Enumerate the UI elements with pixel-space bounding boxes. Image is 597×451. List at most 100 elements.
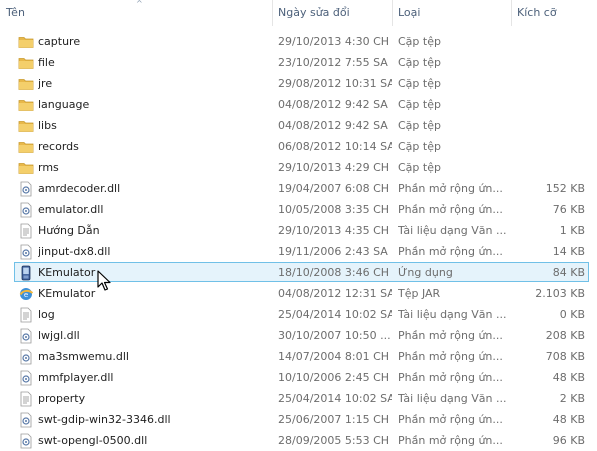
file-row[interactable]: swt-gdip-win32-3346.dll 25/06/2007 1:15 C… (0, 409, 597, 430)
file-date-modified: 29/08/2012 10:31 SA (278, 77, 392, 90)
file-row[interactable]: capture 29/10/2013 4:30 CH Cặp tệp (0, 31, 597, 52)
file-row[interactable]: e KEmulator 04/08/2012 12:31 SA Tệp JAR 2.10… (0, 283, 597, 304)
file-type: Phần mở rộng ứn... (398, 413, 503, 426)
file-date-modified: 29/10/2013 4:29 CH (278, 161, 390, 174)
file-row[interactable]: amrdecoder.dll 19/04/2007 6:08 CH Phần mở … (0, 178, 597, 199)
file-type: Cặp tệp (398, 77, 441, 90)
dll-icon (18, 181, 34, 197)
file-type: Cặp tệp (398, 119, 441, 132)
file-size: 208 KB (545, 329, 585, 342)
file-type: Cặp tệp (398, 98, 441, 111)
file-size: 2.103 KB (535, 287, 585, 300)
file-name: swt-opengl-0500.dll (38, 434, 148, 447)
file-name: capture (38, 35, 81, 48)
file-name: rms (38, 161, 59, 174)
file-size: 76 KB (552, 203, 585, 216)
file-size: 708 KB (545, 350, 585, 363)
file-date-modified: 25/06/2007 1:15 CH (278, 413, 390, 426)
dll-icon (18, 244, 34, 260)
column-header-date[interactable]: Ngày sửa đổi (272, 0, 392, 26)
file-size: 96 KB (552, 434, 585, 447)
file-date-modified: 10/05/2008 3:35 CH (278, 203, 390, 216)
file-size (506, 73, 585, 94)
file-size: 2 KB (559, 392, 585, 405)
file-name: Hướng Dẫn (38, 224, 100, 237)
file-row[interactable]: libs 04/08/2012 9:42 SA Cặp tệp (0, 115, 597, 136)
file-row[interactable]: jinput-dx8.dll 19/11/2006 2:43 SA Phần mở … (0, 241, 597, 262)
file-type: Phần mở rộng ứn... (398, 203, 503, 216)
file-size: 152 KB (545, 182, 585, 195)
text-file-icon (18, 307, 34, 323)
dll-icon (18, 433, 34, 449)
file-row[interactable]: records 06/08/2012 10:14 SA Cặp tệp (0, 136, 597, 157)
file-type: Phần mở rộng ứn... (398, 245, 503, 258)
file-size: 84 KB (552, 266, 585, 279)
file-size (506, 115, 585, 136)
file-size (506, 157, 585, 178)
file-type: Tài liệu dạng Văn ... (398, 224, 506, 237)
file-row[interactable]: Hướng Dẫn 29/10/2013 4:35 CH Tài liệu dạng… (0, 220, 597, 241)
file-date-modified: 25/04/2014 10:02 SA (278, 308, 392, 321)
file-row[interactable]: ma3smwemu.dll 14/07/2004 8:01 CH Phần mở r… (0, 346, 597, 367)
file-type: Cặp tệp (398, 35, 441, 48)
file-size (506, 136, 585, 157)
file-type: Phần mở rộng ứn... (398, 182, 503, 195)
file-size: 14 KB (552, 245, 585, 258)
file-size: 48 KB (552, 413, 585, 426)
file-name: KEmulator (38, 266, 96, 279)
file-row[interactable]: lwjgl.dll 30/10/2007 10:50 ... Phần mở rộn… (0, 325, 597, 346)
column-header-name[interactable]: Tên (0, 0, 272, 26)
file-row[interactable]: emulator.dll 10/05/2008 3:35 CH Phần mở rộ… (0, 199, 597, 220)
file-type: Ứng dụng (398, 266, 453, 279)
folder-icon (18, 160, 34, 176)
svg-text:e: e (24, 291, 28, 299)
file-row[interactable]: swt-opengl-0500.dll 28/09/2005 5:53 CH Phầ… (0, 430, 597, 451)
column-header-bar: ^ Tên Ngày sửa đổi Loại Kích cỡ (0, 0, 597, 28)
file-name: records (38, 140, 79, 153)
file-date-modified: 19/04/2007 6:08 CH (278, 182, 390, 195)
file-row[interactable]: property 25/04/2014 10:02 SA Tài liệu dạng… (0, 388, 597, 409)
file-size (506, 31, 585, 52)
file-type: Phần mở rộng ứn... (398, 434, 503, 447)
file-date-modified: 19/11/2006 2:43 SA (278, 245, 388, 258)
file-row[interactable]: jre 29/08/2012 10:31 SA Cặp tệp (0, 73, 597, 94)
file-row[interactable]: rms 29/10/2013 4:29 CH Cặp tệp (0, 157, 597, 178)
file-size (506, 52, 585, 73)
dll-icon (18, 370, 34, 386)
file-row[interactable]: file 23/10/2012 7:55 SA Cặp tệp (0, 52, 597, 73)
mouse-cursor-icon (97, 270, 111, 291)
file-name: mmfplayer.dll (38, 371, 114, 384)
file-type: Phần mở rộng ứn... (398, 329, 503, 342)
file-date-modified: 25/04/2014 10:02 SA (278, 392, 392, 405)
file-row[interactable]: language 04/08/2012 9:42 SA Cặp tệp (0, 94, 597, 115)
folder-icon (18, 118, 34, 134)
file-type: Phần mở rộng ứn... (398, 350, 503, 363)
file-row[interactable]: log 25/04/2014 10:02 SA Tài liệu dạng Văn … (0, 304, 597, 325)
file-type: Tệp JAR (398, 287, 441, 300)
folder-icon (18, 97, 34, 113)
text-file-icon (18, 223, 34, 239)
file-name: ma3smwemu.dll (38, 350, 129, 363)
file-name: libs (38, 119, 57, 132)
file-date-modified: 18/10/2008 3:46 CH (278, 266, 390, 279)
file-date-modified: 06/08/2012 10:14 SA (278, 140, 392, 153)
column-header-size[interactable]: Kích cỡ (511, 0, 597, 26)
folder-icon (18, 34, 34, 50)
file-date-modified: 28/09/2005 5:53 CH (278, 434, 390, 447)
dll-icon (18, 412, 34, 428)
column-header-type[interactable]: Loại (392, 0, 511, 26)
folder-icon (18, 139, 34, 155)
file-size (506, 94, 585, 115)
file-size: 1 KB (559, 224, 585, 237)
app-icon (18, 265, 34, 281)
file-row[interactable]: KEmulator 18/10/2008 3:46 CH Ứng dụng 84 KB (0, 262, 597, 283)
file-date-modified: 10/10/2006 2:45 CH (278, 371, 390, 384)
file-type: Phần mở rộng ứn... (398, 371, 503, 384)
folder-icon (18, 76, 34, 92)
file-name: language (38, 98, 90, 111)
jar-icon: e (18, 286, 34, 302)
file-name: log (38, 308, 55, 321)
file-row[interactable]: mmfplayer.dll 10/10/2006 2:45 CH Phần mở r… (0, 367, 597, 388)
file-name: file (38, 56, 55, 69)
file-type: Tài liệu dạng Văn ... (398, 392, 506, 405)
